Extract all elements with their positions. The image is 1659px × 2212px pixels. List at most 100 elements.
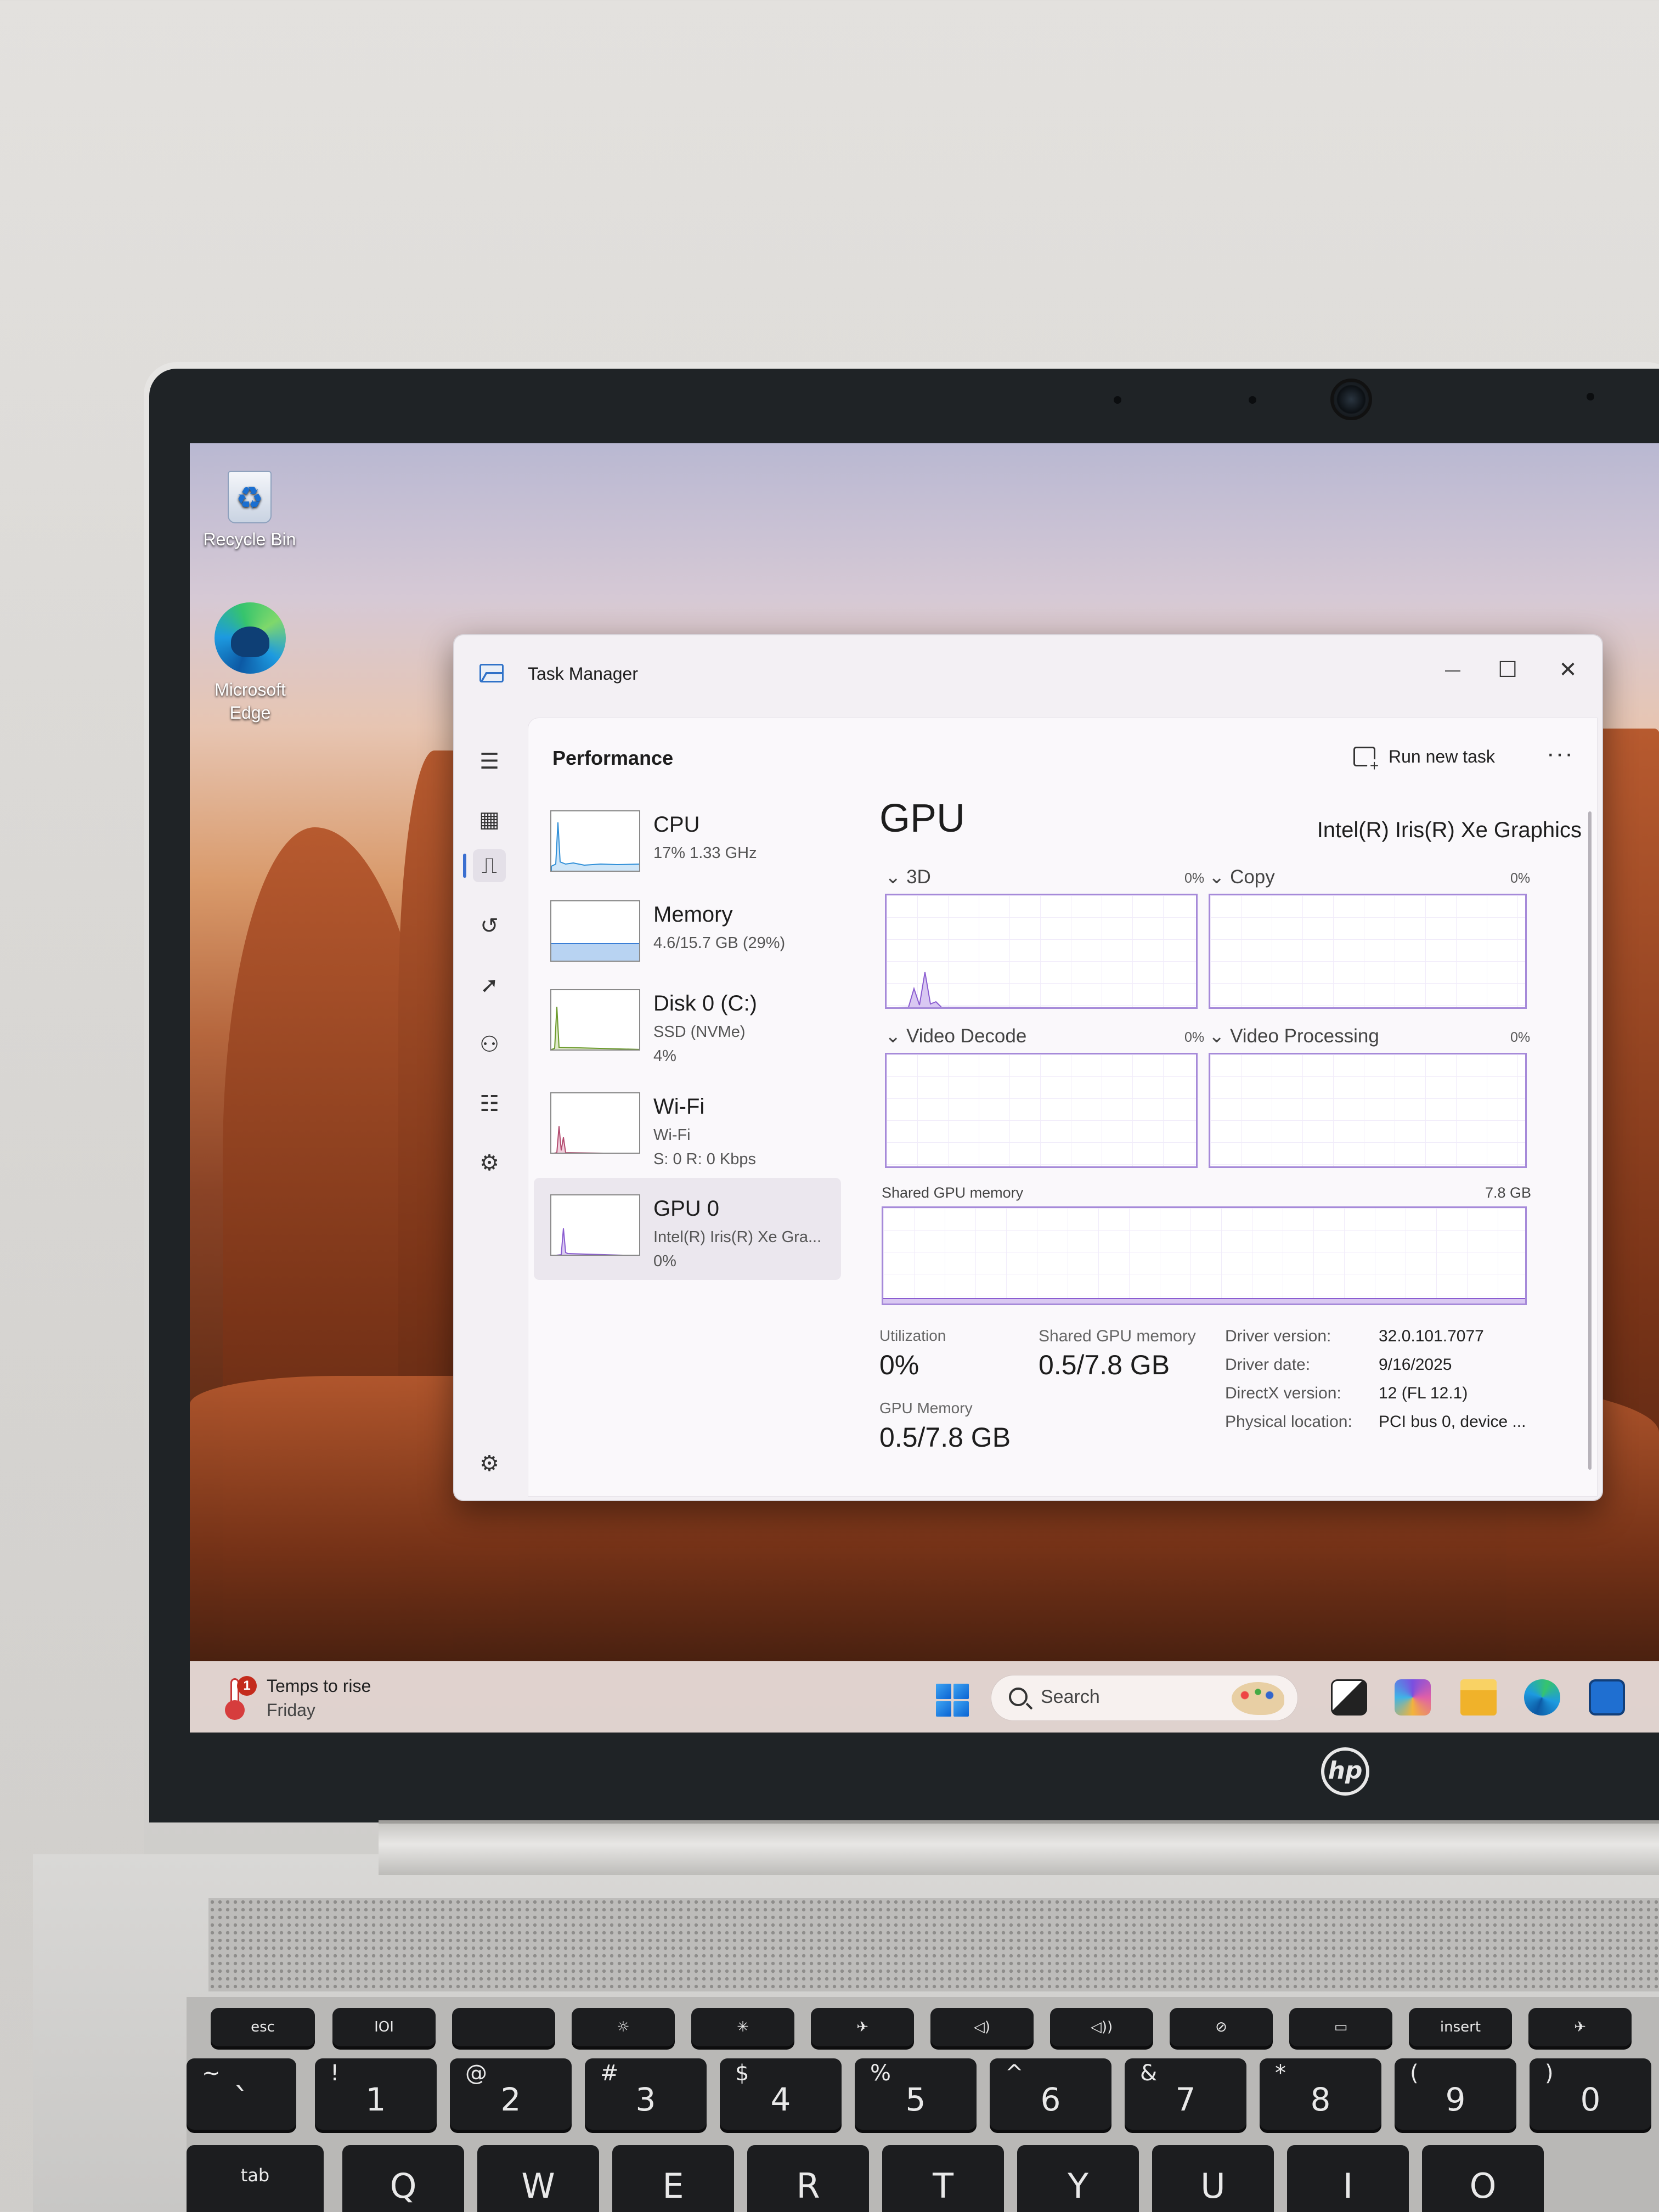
- m365-copilot-icon[interactable]: [1395, 1679, 1431, 1716]
- search-icon: [1009, 1688, 1028, 1706]
- engine-dropdown-3d[interactable]: ⌄ 3D: [885, 866, 931, 888]
- task-manager-window: Task Manager — ☐ ✕ ☰ ▦ ⎍ ↺ ➚ ⚇ ☷ ⚙ ⚙ Per…: [453, 634, 1603, 1501]
- sensor-dot: [1587, 393, 1594, 400]
- resource-item-cpu[interactable]: CPU 17% 1.33 GHz: [534, 794, 841, 896]
- key-8[interactable]: * 8: [1260, 2058, 1381, 2130]
- key-3[interactable]: #3: [585, 2058, 707, 2130]
- scrollbar[interactable]: [1588, 811, 1592, 1470]
- key-1[interactable]: ! 1: [315, 2058, 437, 2130]
- search-input[interactable]: Search: [991, 1675, 1298, 1721]
- resource-item-memory[interactable]: Memory 4.6/15.7 GB (29%): [534, 884, 841, 986]
- weather-thermometer-icon[interactable]: 1: [223, 1676, 257, 1720]
- key-q[interactable]: Q: [342, 2145, 464, 2212]
- key-tab[interactable]: tab: [187, 2145, 324, 2212]
- start-icon[interactable]: [936, 1684, 969, 1717]
- engine-dropdown-video-processing[interactable]: ⌄ Video Processing: [1209, 1025, 1379, 1047]
- key-f7[interactable]: ◁)): [1050, 2008, 1153, 2046]
- engine-dropdown-copy[interactable]: ⌄ Copy: [1209, 866, 1275, 888]
- resource-item-gpu[interactable]: GPU 0 Intel(R) Iris(R) Xe Gra... 0%: [534, 1178, 841, 1280]
- key-backtick[interactable]: ~ `: [187, 2058, 296, 2130]
- key-w[interactable]: W: [477, 2145, 599, 2212]
- cpu-thumbnail-graph: [550, 810, 640, 872]
- resource-name: GPU 0: [653, 1197, 720, 1221]
- key-insert[interactable]: insert: [1409, 2008, 1512, 2046]
- driver-version-value: 32.0.101.7077: [1379, 1327, 1484, 1345]
- graph-video-processing: [1209, 1053, 1527, 1168]
- resource-name: Disk 0 (C:): [653, 991, 757, 1015]
- resource-detail: 4.6/15.7 GB (29%): [653, 934, 786, 952]
- screen: ♻ Recycle Bin Microsoft Edge Task Manage…: [190, 443, 1659, 1733]
- sensor-dot: [1114, 396, 1121, 404]
- 3d-usage-line: [897, 972, 1071, 1007]
- hamburger-icon[interactable]: ☰: [473, 745, 506, 778]
- weather-alert-badge: 1: [237, 1676, 257, 1696]
- resource-item-wifi[interactable]: Wi-Fi Wi-Fi S: 0 R: 0 Kbps: [534, 1076, 841, 1178]
- wifi-thumbnail-graph: [550, 1092, 640, 1154]
- key-f4[interactable]: ✳: [691, 2008, 794, 2046]
- services-icon[interactable]: ⚙: [473, 1147, 506, 1180]
- weather-widget-title[interactable]: Temps to rise: [267, 1676, 371, 1696]
- file-explorer-icon[interactable]: [1460, 1679, 1497, 1716]
- page-title: Performance: [552, 747, 674, 769]
- resource-detail: Wi-Fi: [653, 1126, 691, 1144]
- key-f8[interactable]: ⊘: [1170, 2008, 1273, 2046]
- key-t[interactable]: T: [882, 2145, 1004, 2212]
- nav-rail: ☰ ▦ ⎍ ↺ ➚ ⚇ ☷ ⚙ ⚙: [454, 696, 520, 1497]
- resource-detail: 4%: [653, 1047, 676, 1065]
- key-6[interactable]: ^ 6: [990, 2058, 1111, 2130]
- key-airplane[interactable]: ✈: [1528, 2008, 1632, 2046]
- resource-name: Memory: [653, 902, 733, 927]
- settings-icon[interactable]: ⚙: [473, 1447, 506, 1480]
- key-f6[interactable]: ◁): [930, 2008, 1034, 2046]
- maximize-button[interactable]: ☐: [1480, 651, 1535, 689]
- app-history-icon[interactable]: ↺: [473, 910, 506, 943]
- engine-dropdown-video-decode[interactable]: ⌄ Video Decode: [885, 1025, 1026, 1047]
- key-u[interactable]: U: [1152, 2145, 1274, 2212]
- more-options-button[interactable]: ···: [1547, 740, 1574, 768]
- key-f2[interactable]: [452, 2008, 555, 2046]
- key-7[interactable]: & 7: [1125, 2058, 1246, 2130]
- users-icon[interactable]: ⚇: [473, 1028, 506, 1061]
- key-f1[interactable]: IOI: [332, 2008, 436, 2046]
- key-f5[interactable]: ✈: [811, 2008, 914, 2046]
- key-2[interactable]: @2: [450, 2058, 572, 2130]
- key-f9[interactable]: ▭: [1289, 2008, 1392, 2046]
- title-bar[interactable]: Task Manager — ☐ ✕: [454, 635, 1602, 696]
- performance-icon[interactable]: ⎍: [473, 849, 506, 882]
- store-icon[interactable]: [1589, 1679, 1625, 1716]
- key-4[interactable]: $4: [720, 2058, 842, 2130]
- memory-thumbnail-graph: [550, 900, 640, 962]
- close-button[interactable]: ✕: [1541, 651, 1595, 689]
- key-i[interactable]: I: [1287, 2145, 1409, 2212]
- key-f3[interactable]: ☼: [572, 2008, 675, 2046]
- weather-widget-subtitle[interactable]: Friday: [267, 1700, 315, 1720]
- edge-icon[interactable]: [1524, 1679, 1560, 1716]
- task-manager-app-icon: [479, 664, 504, 682]
- directx-version-value: 12 (FL 12.1): [1379, 1384, 1468, 1402]
- key-5[interactable]: % 5: [855, 2058, 977, 2130]
- key-0[interactable]: ) 0: [1530, 2058, 1651, 2130]
- hinge: [379, 1820, 1659, 1875]
- startup-apps-icon[interactable]: ➚: [473, 969, 506, 1002]
- driver-version-label: Driver version:: [1225, 1327, 1331, 1345]
- key-esc[interactable]: esc: [211, 2008, 315, 2046]
- key-e[interactable]: E: [612, 2145, 734, 2212]
- task-view-icon[interactable]: [1331, 1679, 1367, 1716]
- performance-pane: Performance Run new task ··· CPU 17% 1.3…: [528, 718, 1598, 1497]
- graph-percentage: 0%: [1510, 1030, 1531, 1045]
- key-o[interactable]: O: [1422, 2145, 1544, 2212]
- minimize-button[interactable]: —: [1425, 651, 1480, 689]
- wifi-sparkline: [554, 1126, 604, 1153]
- key-r[interactable]: R: [747, 2145, 869, 2212]
- key-y[interactable]: Y: [1017, 2145, 1139, 2212]
- processes-icon[interactable]: ▦: [473, 803, 506, 836]
- resource-item-disk[interactable]: Disk 0 (C:) SSD (NVMe) 4%: [534, 973, 841, 1075]
- gpu-thumbnail-graph: [550, 1194, 640, 1256]
- key-9[interactable]: (9: [1395, 2058, 1516, 2130]
- resource-list: CPU 17% 1.33 GHz Memory 4.6/15.7 GB (29%…: [534, 794, 841, 1491]
- run-new-task-button[interactable]: Run new task: [1353, 740, 1495, 774]
- desktop-icon-recycle-bin[interactable]: ♻ Recycle Bin: [203, 471, 296, 551]
- desktop-icon-edge[interactable]: Microsoft Edge: [206, 602, 294, 724]
- details-icon[interactable]: ☷: [473, 1087, 506, 1120]
- resource-name: Wi-Fi: [653, 1094, 705, 1119]
